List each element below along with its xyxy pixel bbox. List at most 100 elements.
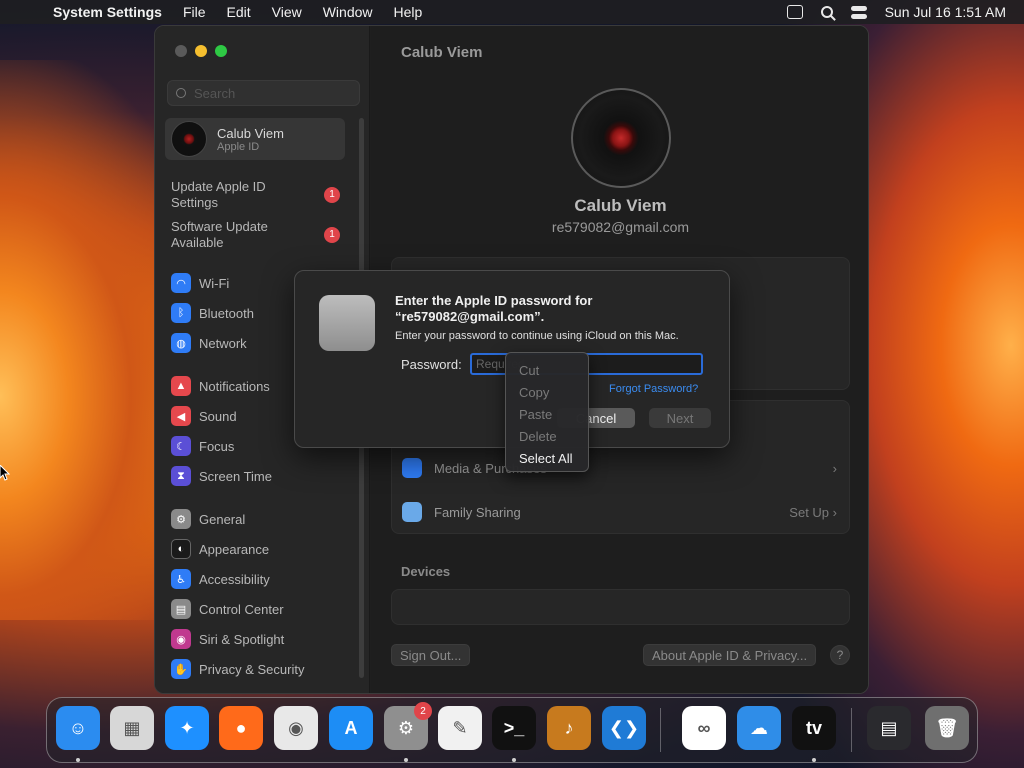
row-label: Family Sharing [434, 504, 521, 520]
accessibility-icon: ♿ [171, 569, 191, 589]
account-name: Calub Viem [574, 196, 667, 215]
sidebar-item-label: Screen Time [199, 468, 272, 484]
screen-mirroring-icon[interactable] [786, 5, 803, 19]
apple-logo-icon [319, 295, 375, 351]
sidebar-item-label: Privacy & Security [199, 661, 305, 677]
sidebar-search-input[interactable]: Search [167, 80, 360, 106]
sign-out-button[interactable]: Sign Out... [391, 644, 471, 666]
sidebar-item-label: Siri & Spotlight [199, 631, 285, 647]
menu-view[interactable]: View [272, 4, 302, 20]
control-center-icon[interactable] [850, 5, 867, 19]
textedit-icon[interactable]: ✎ [438, 706, 482, 750]
menu-bar: System Settings File Edit View Window He… [0, 0, 1024, 24]
search-icon [176, 88, 186, 98]
window-controls [175, 45, 227, 57]
sidebar-item-bluetooth[interactable]: ᛒ Bluetooth [171, 301, 254, 325]
app-store-icon[interactable]: A [329, 706, 373, 750]
running-indicator [76, 758, 80, 762]
profile-name: Calub Viem [217, 125, 284, 141]
apple-tv-icon[interactable]: tv [792, 706, 836, 750]
zoom-button[interactable] [215, 45, 227, 57]
sidebar-item-network[interactable]: ◍ Network [171, 331, 247, 355]
page-title: Calub Viem [401, 44, 483, 61]
sidebar-item-sound[interactable]: ◀ Sound [171, 404, 237, 428]
account-email: re579082@gmail.com [551, 219, 690, 235]
avatar-large[interactable] [571, 88, 671, 188]
trash-icon[interactable]: 🗑 [925, 706, 969, 750]
bell-icon: ▲ [171, 376, 191, 396]
sidebar-item-notifications[interactable]: ▲ Notifications [171, 374, 270, 398]
safari-icon[interactable]: ✦ [165, 706, 209, 750]
sidebar-item-label: Focus [199, 438, 235, 454]
hourglass-icon: ⧗ [171, 466, 191, 486]
forgot-password-link[interactable]: Forgot Password? [609, 383, 698, 395]
devices-heading: Devices [401, 564, 451, 579]
sidebar-item-software-update[interactable]: Software Update Available 1 [171, 219, 346, 251]
sidebar-item-control-center[interactable]: ▤ Control Center [171, 597, 284, 621]
app-store-icon [402, 458, 422, 478]
siri-icon: ◉ [171, 629, 191, 649]
sidebar-item-appearance[interactable]: ◐ Appearance [171, 537, 269, 561]
menu-help[interactable]: Help [394, 4, 423, 20]
sidebar-apple-id[interactable]: Calub Viem Apple ID [165, 118, 345, 160]
close-button[interactable] [175, 45, 187, 57]
profile-subtitle: Apple ID [217, 140, 260, 153]
menu-item-select-all[interactable]: Select All [506, 447, 588, 469]
avatar [171, 121, 207, 157]
garageband-icon[interactable]: ♪ [547, 706, 591, 750]
gear-icon: ⚙ [171, 509, 191, 529]
running-indicator [404, 758, 408, 762]
weather-icon[interactable]: ☁ [737, 706, 781, 750]
help-button[interactable]: ? [830, 645, 850, 665]
notice-label: Update Apple ID Settings [171, 179, 266, 210]
about-apple-id-button[interactable]: About Apple ID & Privacy... [643, 644, 817, 666]
search-placeholder: Search [194, 85, 236, 101]
dock-separator [851, 708, 852, 752]
menu-edit[interactable]: Edit [227, 4, 251, 20]
dock-badge: 2 [414, 702, 432, 720]
next-button[interactable]: Next [649, 408, 711, 428]
menu-item-delete[interactable]: Delete [506, 425, 588, 447]
menu-app-name[interactable]: System Settings [53, 4, 162, 20]
vscode-icon[interactable]: ❮❯ [602, 706, 646, 750]
finder-icon[interactable]: ☺ [56, 706, 100, 750]
menu-item-paste[interactable]: Paste [506, 403, 588, 425]
sidebar-item-label: Wi-Fi [199, 275, 230, 291]
devices-group [391, 589, 850, 625]
menu-item-cut[interactable]: Cut [506, 359, 588, 381]
minimize-button[interactable] [195, 45, 207, 57]
visual-studio-icon[interactable]: ∞ [682, 706, 726, 750]
dialog-message: Enter your password to continue using iC… [395, 330, 679, 342]
terminal-icon[interactable]: >_ [492, 706, 536, 750]
launchpad-icon[interactable]: ▦ [110, 706, 154, 750]
set-up-label: Set Up [789, 504, 830, 520]
menu-item-copy[interactable]: Copy [506, 381, 588, 403]
firefox-icon[interactable]: ● [219, 706, 263, 750]
menu-window[interactable]: Window [323, 4, 373, 20]
sidebar-item-privacy[interactable]: ✋ Privacy & Security [171, 657, 304, 681]
sidebar-item-label: Sound [199, 408, 237, 424]
sidebar-item-label: Bluetooth [199, 305, 254, 321]
set-up-link[interactable]: Set Up › [789, 505, 837, 520]
chrome-icon[interactable]: ◉ [274, 706, 318, 750]
sidebar-item-accessibility[interactable]: ♿ Accessibility [171, 567, 270, 591]
spotlight-search-icon[interactable] [820, 6, 833, 18]
sidebar-item-siri[interactable]: ◉ Siri & Spotlight [171, 627, 284, 651]
family-sharing-row[interactable]: Family Sharing Set Up › [392, 490, 851, 534]
sidebar-item-label: Notifications [199, 378, 270, 394]
sidebar-item-general[interactable]: ⚙ General [171, 507, 245, 531]
dialog-title: Enter the Apple ID password for “re57908… [395, 293, 593, 324]
menu-file[interactable]: File [183, 4, 206, 20]
sidebar-item-focus[interactable]: ☾ Focus [171, 434, 234, 458]
sidebar-item-label: Appearance [199, 541, 270, 557]
running-indicator [512, 758, 516, 762]
sidebar-item-update-apple-id[interactable]: Update Apple ID Settings 1 [171, 179, 346, 211]
downloads-folder-icon[interactable]: ▤ [867, 706, 911, 750]
sidebar-item-label: Accessibility [199, 571, 270, 587]
media-purchases-row[interactable]: Media & Purchases › [392, 446, 851, 490]
sidebar-item-screen-time[interactable]: ⧗ Screen Time [171, 464, 272, 488]
menu-clock[interactable]: Sun Jul 16 1:51 AM [885, 4, 1006, 20]
sidebar-item-wifi[interactable]: ◠ Wi-Fi [171, 271, 229, 295]
running-indicator [812, 758, 816, 762]
sidebar-item-label: Control Center [199, 601, 284, 617]
